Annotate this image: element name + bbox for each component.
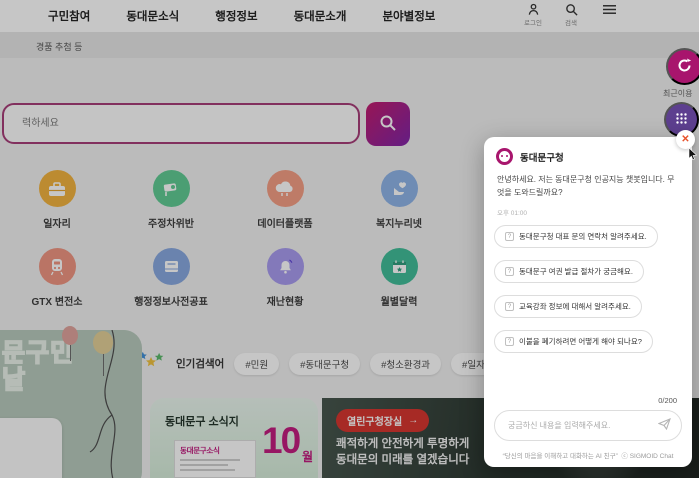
quick-reply-contact[interactable]: ? 동대문구청 대표 문의 연락처 알려주세요.: [494, 225, 658, 248]
chatbot-header: 동대문구청: [496, 148, 564, 165]
send-icon[interactable]: [657, 417, 671, 435]
refresh-icon: [676, 57, 693, 77]
question-icon: ?: [505, 232, 514, 241]
chatbot-footer: “당신의 마음을 이해하고 대화하는 AI 친구” ⓒ SIGMOID Chat: [502, 453, 674, 460]
chat-message-input[interactable]: [508, 421, 658, 430]
recent-menu-label: 최근이용: [663, 89, 693, 98]
question-icon: ?: [505, 337, 514, 346]
quick-reply-passport[interactable]: ? 동대문구 여권 발급 절차가 궁금해요.: [494, 260, 644, 283]
chatbot-panel: ✕ 동대문구청 안녕하세요. 저는 동대문구청 인공지능 챗봇입니다. 무엇을 …: [484, 130, 698, 467]
question-icon: ?: [505, 267, 514, 276]
mouse-cursor: [688, 147, 698, 165]
chatbot-title: 동대문구청: [520, 152, 564, 164]
message-timestamp: 오후 01:00: [497, 210, 528, 217]
quick-reply-list: ? 동대문구청 대표 문의 연락처 알려주세요. ? 동대문구 여권 발급 절차…: [494, 225, 658, 365]
chatbot-avatar: [496, 148, 513, 165]
chat-input-container: [494, 410, 682, 441]
chatbot-greeting-message: 안녕하세요. 저는 동대문구청 인공지능 챗봇입니다. 무엇을 도와드릴까요?: [497, 175, 675, 197]
char-counter: 0/200: [658, 396, 677, 405]
question-icon: ?: [505, 302, 514, 311]
screen: 구민참여 동대문소식 행정정보 동대문소개 분야별정보 로그인 검색 력하세요 …: [0, 0, 699, 478]
quick-reply-education[interactable]: ? 교육강좌 정보에 대해서 알려주세요.: [494, 295, 642, 318]
quick-reply-bedding-disposal[interactable]: ? 이불을 폐기하려면 어떻게 해야 되나요?: [494, 330, 653, 353]
grid-icon: [675, 112, 688, 128]
recent-menu-button[interactable]: [666, 48, 699, 85]
